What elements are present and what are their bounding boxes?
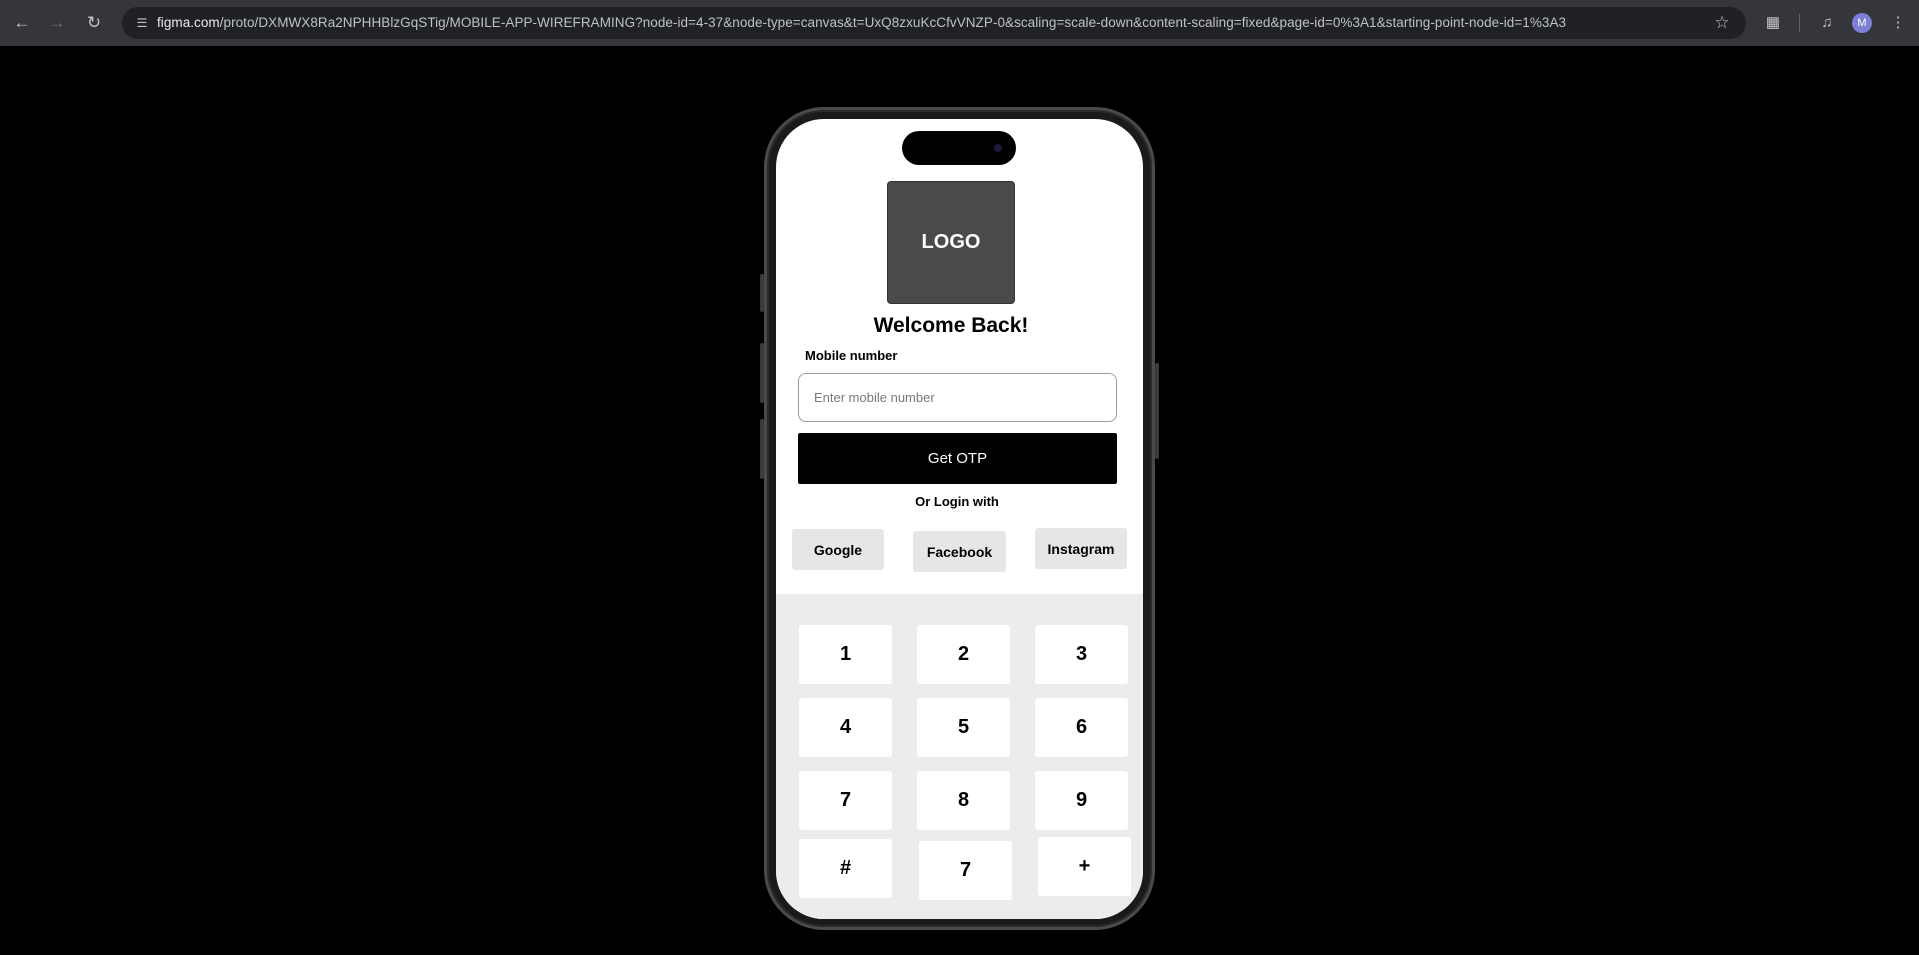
- facebook-login-button[interactable]: Facebook: [913, 531, 1006, 572]
- address-bar[interactable]: ☰ figma.com/proto/DXMWX8Ra2NPHHBlzGqSTig…: [122, 7, 1746, 39]
- browser-toolbar: ← → ↻ ☰ figma.com/proto/DXMWX8Ra2NPHHBlz…: [0, 0, 1919, 46]
- key-2[interactable]: 2: [917, 625, 1010, 684]
- key-5[interactable]: 5: [917, 698, 1010, 757]
- profile-avatar[interactable]: M: [1852, 13, 1872, 33]
- key-zero[interactable]: 7: [919, 841, 1012, 900]
- url-host: figma.com: [157, 15, 220, 30]
- extensions-icon[interactable]: ▦: [1761, 11, 1785, 35]
- phone-volume-up: [760, 343, 764, 403]
- reload-icon[interactable]: ↻: [82, 11, 106, 35]
- key-3[interactable]: 3: [1035, 625, 1128, 684]
- key-9[interactable]: 9: [1035, 771, 1128, 830]
- instagram-login-button[interactable]: Instagram: [1035, 528, 1127, 569]
- key-8[interactable]: 8: [917, 771, 1010, 830]
- key-6[interactable]: 6: [1035, 698, 1128, 757]
- dynamic-island: [902, 131, 1016, 165]
- welcome-heading: Welcome Back!: [873, 314, 1029, 337]
- numeric-keypad: 1 2 3 4 5 6 7 8 9 # 7 +: [776, 594, 1143, 919]
- menu-kebab-icon[interactable]: ⋮: [1886, 11, 1910, 35]
- key-4[interactable]: 4: [799, 698, 892, 757]
- key-7[interactable]: 7: [799, 771, 892, 830]
- url-text[interactable]: figma.com/proto/DXMWX8Ra2NPHHBlzGqSTig/M…: [157, 15, 1566, 30]
- url-path: /proto/DXMWX8Ra2NPHHBlzGqSTig/MOBILE-APP…: [219, 15, 1567, 30]
- forward-icon[interactable]: →: [45, 11, 69, 35]
- get-otp-button[interactable]: Get OTP: [798, 433, 1117, 484]
- phone-volume-down: [760, 419, 764, 479]
- toolbar-divider: [1799, 14, 1800, 32]
- phone-action-button: [760, 274, 764, 312]
- bookmark-star-icon[interactable]: ☆: [1710, 11, 1734, 35]
- logo-placeholder: LOGO: [887, 181, 1015, 304]
- phone-power-button: [1155, 363, 1159, 459]
- key-hash[interactable]: #: [799, 839, 892, 898]
- phone-screen: LOGO Welcome Back! Mobile number Get OTP…: [776, 119, 1143, 919]
- or-login-with-text: Or Login with: [915, 494, 999, 509]
- key-plus[interactable]: +: [1038, 837, 1131, 896]
- back-icon[interactable]: ←: [10, 11, 34, 35]
- camera-icon: [994, 144, 1002, 152]
- key-1[interactable]: 1: [799, 625, 892, 684]
- media-controls-icon[interactable]: ♫: [1815, 11, 1839, 35]
- google-login-button[interactable]: Google: [792, 529, 884, 570]
- site-info-icon[interactable]: ☰: [132, 13, 152, 33]
- mobile-number-input[interactable]: [798, 373, 1117, 422]
- mobile-number-label: Mobile number: [805, 348, 898, 363]
